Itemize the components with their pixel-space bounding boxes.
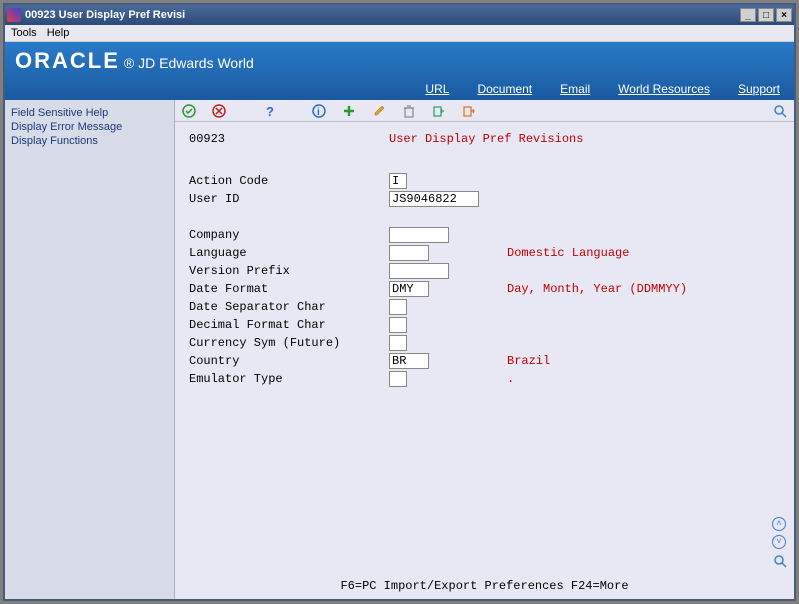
cancel-icon[interactable] — [211, 103, 227, 119]
toolbar: ? i — [175, 100, 794, 122]
input-user-id[interactable] — [389, 191, 479, 207]
close-button[interactable]: × — [776, 8, 792, 22]
label-decimal-fmt: Decimal Format Char — [189, 318, 389, 332]
product-name-text: JD Edwards World — [138, 55, 254, 71]
desc-date-format: Day, Month, Year (DDMMYY) — [489, 282, 687, 296]
right-side-icons: ˄ ˅ — [772, 517, 788, 569]
titlebar: 00923 User Display Pref Revisi _ □ × — [5, 5, 794, 25]
label-user-id: User ID — [189, 192, 389, 206]
import-icon[interactable] — [431, 103, 447, 119]
svg-text:i: i — [317, 107, 320, 118]
link-support[interactable]: Support — [738, 82, 780, 96]
scroll-down-icon[interactable]: ˅ — [772, 535, 786, 549]
edit-icon[interactable] — [371, 103, 387, 119]
link-email[interactable]: Email — [560, 82, 590, 96]
link-url[interactable]: URL — [425, 82, 449, 96]
body: Field Sensitive Help Display Error Messa… — [5, 100, 794, 599]
input-version-prefix[interactable] — [389, 263, 449, 279]
app-icon — [7, 8, 21, 22]
main: ? i 00923 User Display Pref Revisions Ac… — [175, 100, 794, 599]
input-decimal-fmt[interactable] — [389, 317, 407, 333]
page-code: 00923 — [189, 132, 389, 146]
input-country[interactable] — [389, 353, 429, 369]
link-resources[interactable]: World Resources — [618, 82, 710, 96]
export-icon[interactable] — [461, 103, 477, 119]
label-action-code: Action Code — [189, 174, 389, 188]
footer-hint: F6=PC Import/Export Preferences F24=More — [175, 575, 794, 599]
sidebar-item-error-msg[interactable]: Display Error Message — [11, 120, 168, 134]
sidebar-item-functions[interactable]: Display Functions — [11, 134, 168, 148]
label-currency-sym: Currency Sym (Future) — [189, 336, 389, 350]
menu-tools[interactable]: Tools — [11, 27, 37, 39]
label-language: Language — [189, 246, 389, 260]
desc-emulator-type: . — [489, 372, 514, 386]
app-window: 00923 User Display Pref Revisi _ □ × Too… — [3, 3, 796, 601]
info-icon[interactable]: i — [311, 103, 327, 119]
window-title: 00923 User Display Pref Revisi — [25, 9, 740, 21]
label-date-sep: Date Separator Char — [189, 300, 389, 314]
form: 00923 User Display Pref Revisions Action… — [175, 122, 794, 575]
banner: ORACLE® JD Edwards World URL Document Em… — [5, 42, 794, 100]
label-country: Country — [189, 354, 389, 368]
minimize-button[interactable]: _ — [740, 8, 756, 22]
label-emulator-type: Emulator Type — [189, 372, 389, 386]
label-version-prefix: Version Prefix — [189, 264, 389, 278]
menubar: Tools Help — [5, 25, 794, 42]
search-icon[interactable] — [772, 103, 788, 119]
help-icon[interactable]: ? — [261, 103, 277, 119]
product-name: ® JD Edwards World — [124, 55, 254, 71]
sidebar-item-field-help[interactable]: Field Sensitive Help — [11, 106, 168, 120]
svg-text:?: ? — [266, 104, 274, 118]
menu-help[interactable]: Help — [47, 27, 70, 39]
ok-icon[interactable] — [181, 103, 197, 119]
scroll-up-icon[interactable]: ˄ — [772, 517, 786, 531]
delete-icon[interactable] — [401, 103, 417, 119]
desc-language: Domestic Language — [489, 246, 629, 260]
oracle-logo: ORACLE — [15, 48, 120, 73]
page-title: User Display Pref Revisions — [389, 132, 583, 146]
label-company: Company — [189, 228, 389, 242]
input-date-format[interactable] — [389, 281, 429, 297]
input-currency-sym[interactable] — [389, 335, 407, 351]
maximize-button[interactable]: □ — [758, 8, 774, 22]
input-emulator-type[interactable] — [389, 371, 407, 387]
add-icon[interactable] — [341, 103, 357, 119]
input-language[interactable] — [389, 245, 429, 261]
input-action-code[interactable] — [389, 173, 407, 189]
banner-links: URL Document Email World Resources Suppo… — [425, 82, 780, 96]
link-document[interactable]: Document — [477, 82, 532, 96]
input-company[interactable] — [389, 227, 449, 243]
label-date-format: Date Format — [189, 282, 389, 296]
input-date-sep[interactable] — [389, 299, 407, 315]
sidebar: Field Sensitive Help Display Error Messa… — [5, 100, 175, 599]
search-icon-bottom[interactable] — [772, 553, 788, 569]
window-controls: _ □ × — [740, 8, 792, 22]
desc-country: Brazil — [489, 354, 550, 368]
